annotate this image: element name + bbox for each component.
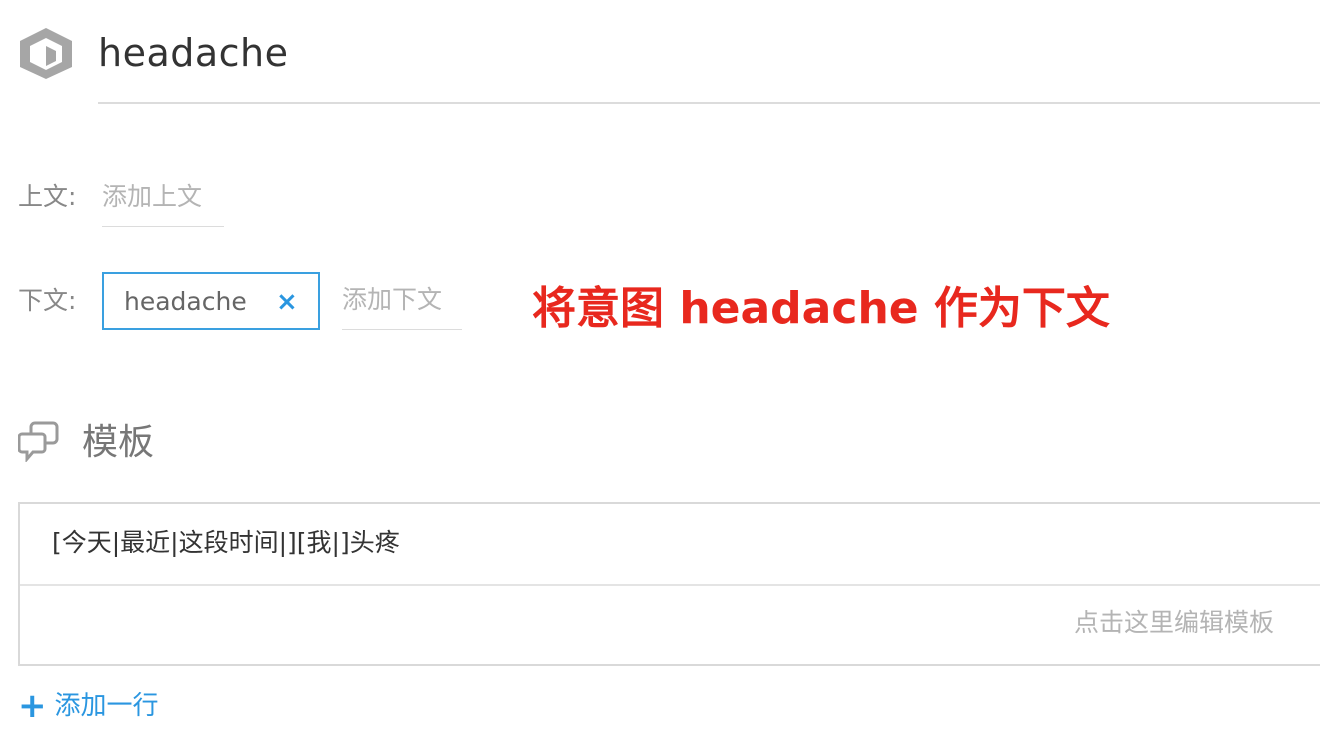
templates-table: [今天|最近|这段时间|][我|]头疼 点击这里编辑模板 [18,502,1320,666]
context-below-label: 下文: [18,286,77,315]
template-edit-row[interactable]: 点击这里编辑模板 [20,586,1320,664]
intent-name: headache [98,31,289,75]
add-row-button[interactable]: + 添加一行 [18,688,159,724]
add-context-above-input[interactable]: 添加上文 [102,180,224,227]
plus-icon: + [18,686,47,726]
edit-template-hint: 点击这里编辑模板 [1073,608,1274,637]
title-divider [98,102,1320,104]
add-context-below-input[interactable]: 添加下文 [342,283,462,330]
remove-tag-close-icon[interactable]: × [276,285,298,319]
context-below-tag: headache × [102,272,320,330]
cube-icon [16,26,76,80]
template-row[interactable]: [今天|最近|这段时间|][我|]头疼 [20,504,1320,586]
context-above-label: 上文: [18,182,77,211]
template-pattern: [今天|最近|这段时间|][我|]头疼 [52,528,400,557]
add-row-label: 添加一行 [54,691,159,721]
chat-bubble-icon [17,420,60,464]
annotation-text: 将意图 headache 作为下文 [532,283,1110,334]
context-tag-label: headache [124,287,247,316]
templates-title: 模板 [82,422,155,463]
